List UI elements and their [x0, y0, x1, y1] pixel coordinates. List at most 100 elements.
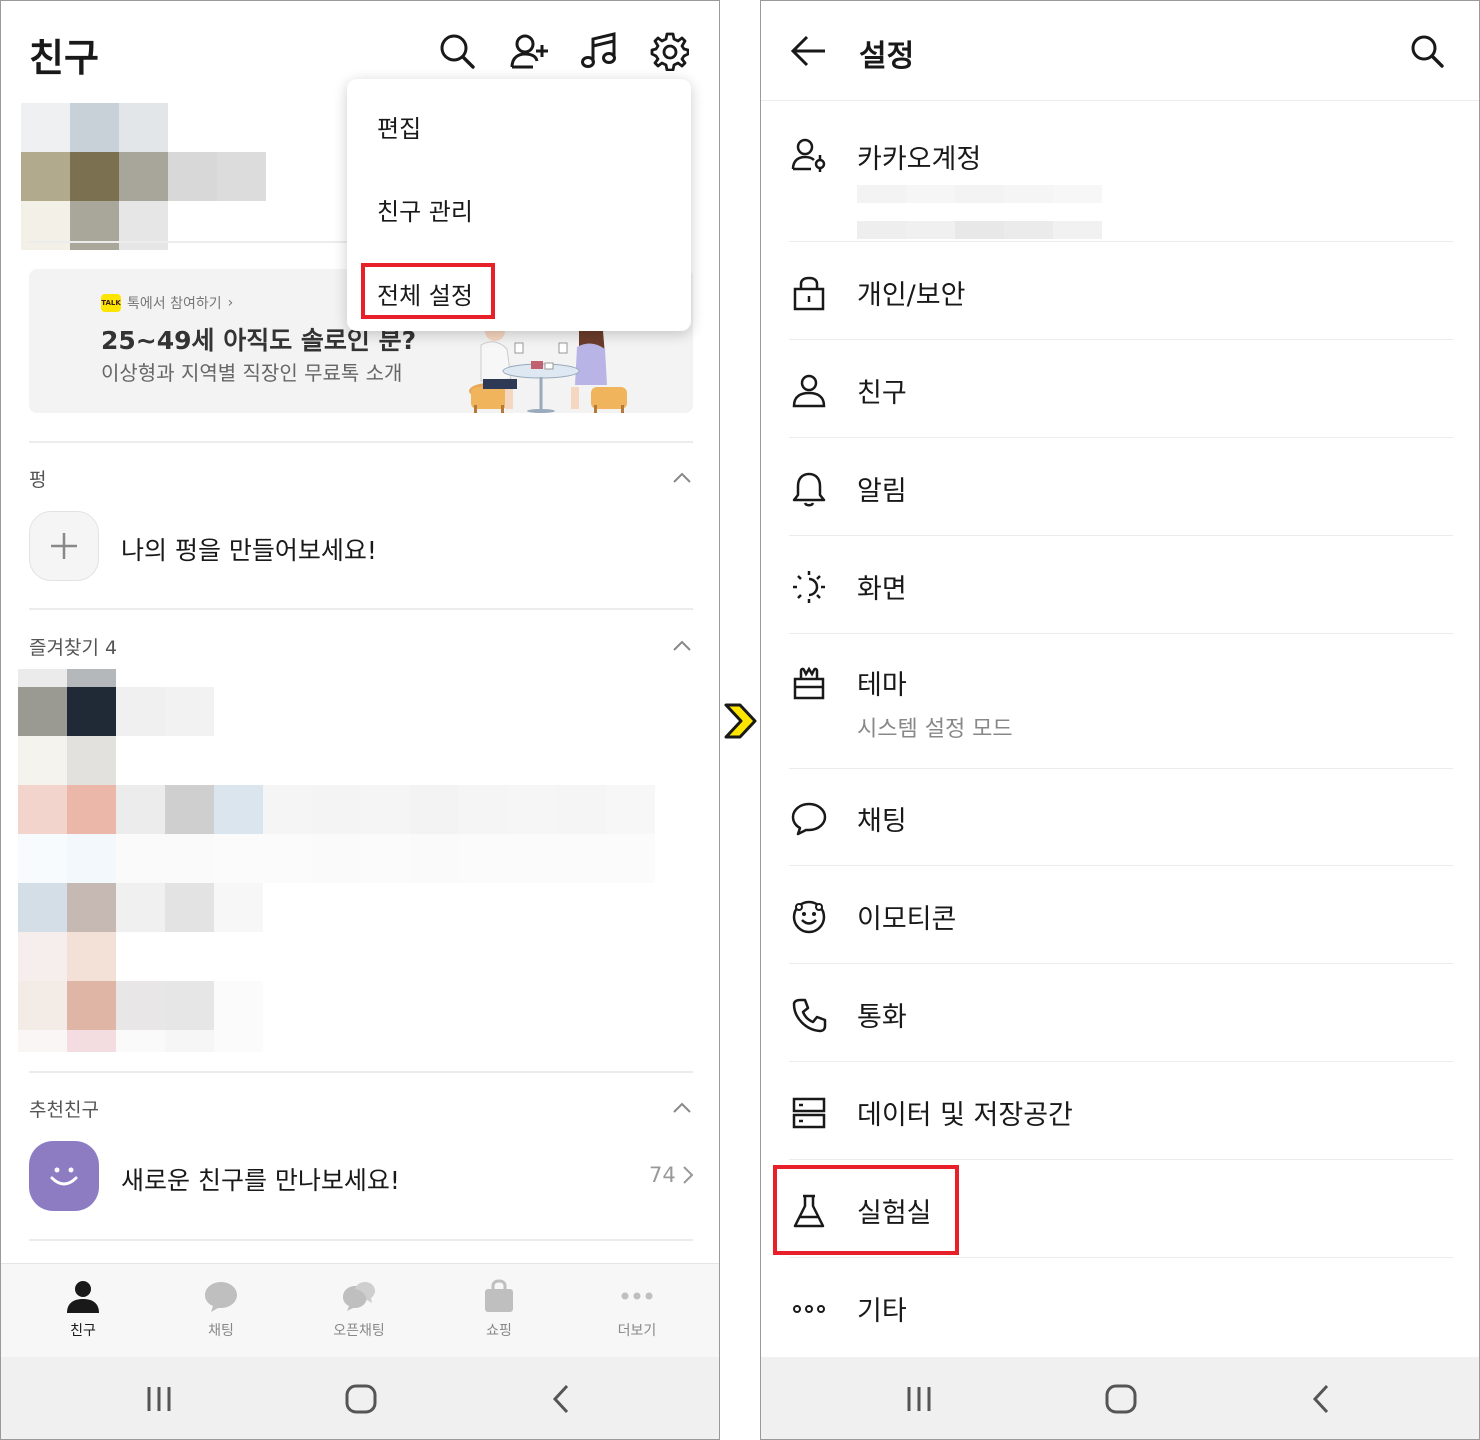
divider	[789, 633, 1453, 634]
tab-open-chat[interactable]: 오픈채팅	[309, 1278, 409, 1340]
chat-icon	[205, 1282, 237, 1312]
section-label-favorites: 즐겨찾기 4	[29, 637, 118, 659]
chevron-right-icon: ›	[227, 295, 234, 311]
system-navigation-bar	[1, 1357, 719, 1439]
storage-icon	[791, 1095, 827, 1131]
home-icon[interactable]	[1103, 1381, 1139, 1417]
plus-icon	[51, 533, 77, 559]
open-chat-icon	[343, 1282, 375, 1311]
settings-item-privacy[interactable]: 개인/보안	[857, 273, 965, 312]
divider	[789, 437, 1453, 438]
tab-more[interactable]: 더보기	[587, 1278, 687, 1340]
add-friend-icon[interactable]	[509, 31, 549, 71]
settings-item-emoticon[interactable]: 이모티콘	[857, 897, 956, 936]
tab-label: 쇼핑	[486, 1323, 512, 1339]
settings-header: 설정	[761, 1, 1479, 101]
divider	[789, 768, 1453, 769]
gear-icon[interactable]	[649, 31, 690, 72]
divider	[789, 963, 1453, 964]
back-icon[interactable]	[1305, 1381, 1341, 1417]
page-title: 설정	[859, 39, 915, 74]
tab-label: 오픈채팅	[333, 1323, 385, 1339]
chevron-up-icon[interactable]	[671, 1101, 693, 1115]
brightness-icon	[791, 569, 827, 605]
settings-screen: 설정 카카오계정 개인/보안 친구 알림 화면 테마 시스템 설정 모드 채팅 …	[760, 0, 1480, 1440]
talk-badge: TALK	[101, 294, 121, 312]
account-email-pixelated	[857, 185, 1102, 257]
settings-item-etc[interactable]: 기타	[857, 1289, 907, 1328]
favorites-list-pixelated-body[interactable]	[18, 687, 704, 1079]
recommend-count[interactable]: 74	[649, 1163, 694, 1187]
divider	[789, 535, 1453, 536]
settings-item-theme[interactable]: 테마	[857, 663, 907, 702]
recent-apps-icon[interactable]	[141, 1381, 177, 1417]
recommend-count-value: 74	[649, 1163, 676, 1187]
divider	[29, 241, 349, 243]
divider	[29, 1071, 693, 1073]
tab-shopping[interactable]: 쇼핑	[449, 1278, 549, 1340]
divider	[789, 1159, 1453, 1160]
recent-apps-icon[interactable]	[901, 1381, 937, 1417]
my-profile-pixelated[interactable]	[21, 103, 266, 250]
bell-icon	[791, 471, 827, 507]
divider	[789, 865, 1453, 866]
section-label-pyeong: 펑	[29, 469, 47, 491]
theme-icon	[791, 665, 827, 701]
tab-label: 친구	[70, 1323, 96, 1339]
settings-item-notifications[interactable]: 알림	[857, 469, 907, 508]
more-dots-icon	[791, 1291, 827, 1327]
back-icon[interactable]	[545, 1381, 581, 1417]
settings-item-kakao-account[interactable]: 카카오계정	[857, 137, 981, 176]
banner-link-text: 톡에서 참여하기	[127, 296, 222, 312]
recommend-text[interactable]: 새로운 친구를 만나보세요!	[121, 1161, 400, 1197]
tab-label: 더보기	[617, 1323, 657, 1339]
settings-item-display[interactable]: 화면	[857, 567, 907, 606]
chevron-right-icon	[683, 1166, 694, 1184]
tab-label: 채팅	[208, 1323, 234, 1339]
person-icon	[67, 1281, 99, 1313]
shopping-bag-icon	[485, 1279, 513, 1312]
highlight-box-all-settings	[361, 263, 495, 319]
more-icon	[621, 1292, 653, 1300]
divider	[29, 1239, 693, 1241]
create-pyeong-button[interactable]	[29, 511, 99, 581]
settings-item-data-storage[interactable]: 데이터 및 저장공간	[857, 1093, 1073, 1132]
menu-item-edit[interactable]: 편집	[377, 109, 421, 144]
bottom-tab-bar: 친구 채팅 오픈채팅 쇼핑 더보기	[1, 1263, 719, 1357]
account-icon	[791, 137, 827, 173]
settings-item-call[interactable]: 통화	[857, 995, 907, 1034]
friends-screen: 친구 TALK 톡에서 참여하기 › 25~49세 아직도 솔로인 분? 이상형…	[0, 0, 720, 1440]
lock-icon	[791, 275, 827, 311]
person-icon	[791, 373, 827, 409]
chevron-up-icon[interactable]	[671, 639, 693, 653]
banner-subtitle: 이상형과 지역별 직장인 무료톡 소개	[101, 361, 403, 385]
divider	[789, 339, 1453, 340]
settings-item-friends[interactable]: 친구	[857, 371, 907, 410]
menu-item-manage-friends[interactable]: 친구 관리	[377, 192, 473, 227]
recommend-smile-avatar[interactable]	[29, 1141, 99, 1211]
system-navigation-bar	[761, 1357, 1479, 1439]
home-icon[interactable]	[343, 1381, 379, 1417]
search-icon[interactable]	[437, 31, 477, 71]
settings-item-chat[interactable]: 채팅	[857, 799, 907, 838]
banner-talk-link[interactable]: TALK 톡에서 참여하기 ›	[101, 293, 233, 313]
back-arrow-icon[interactable]	[789, 33, 827, 69]
divider	[29, 608, 693, 610]
emoticon-icon	[791, 899, 827, 935]
next-step-arrow-icon	[724, 703, 757, 739]
smile-face-icon	[50, 1167, 78, 1186]
divider	[789, 241, 1453, 242]
divider	[789, 1257, 1453, 1258]
search-icon[interactable]	[1409, 33, 1445, 69]
music-icon[interactable]	[579, 31, 619, 71]
divider	[789, 1061, 1453, 1062]
page-title: 친구	[29, 36, 99, 80]
section-label-recommended: 추천친구	[29, 1099, 99, 1121]
tab-chat[interactable]: 채팅	[171, 1278, 271, 1340]
phone-icon	[791, 997, 827, 1033]
theme-current-mode: 시스템 설정 모드	[857, 717, 1013, 742]
highlight-box-labs	[773, 1165, 959, 1255]
chevron-up-icon[interactable]	[671, 471, 693, 485]
tab-friends[interactable]: 친구	[33, 1278, 133, 1340]
create-pyeong-text[interactable]: 나의 펑을 만들어보세요!	[121, 531, 377, 567]
